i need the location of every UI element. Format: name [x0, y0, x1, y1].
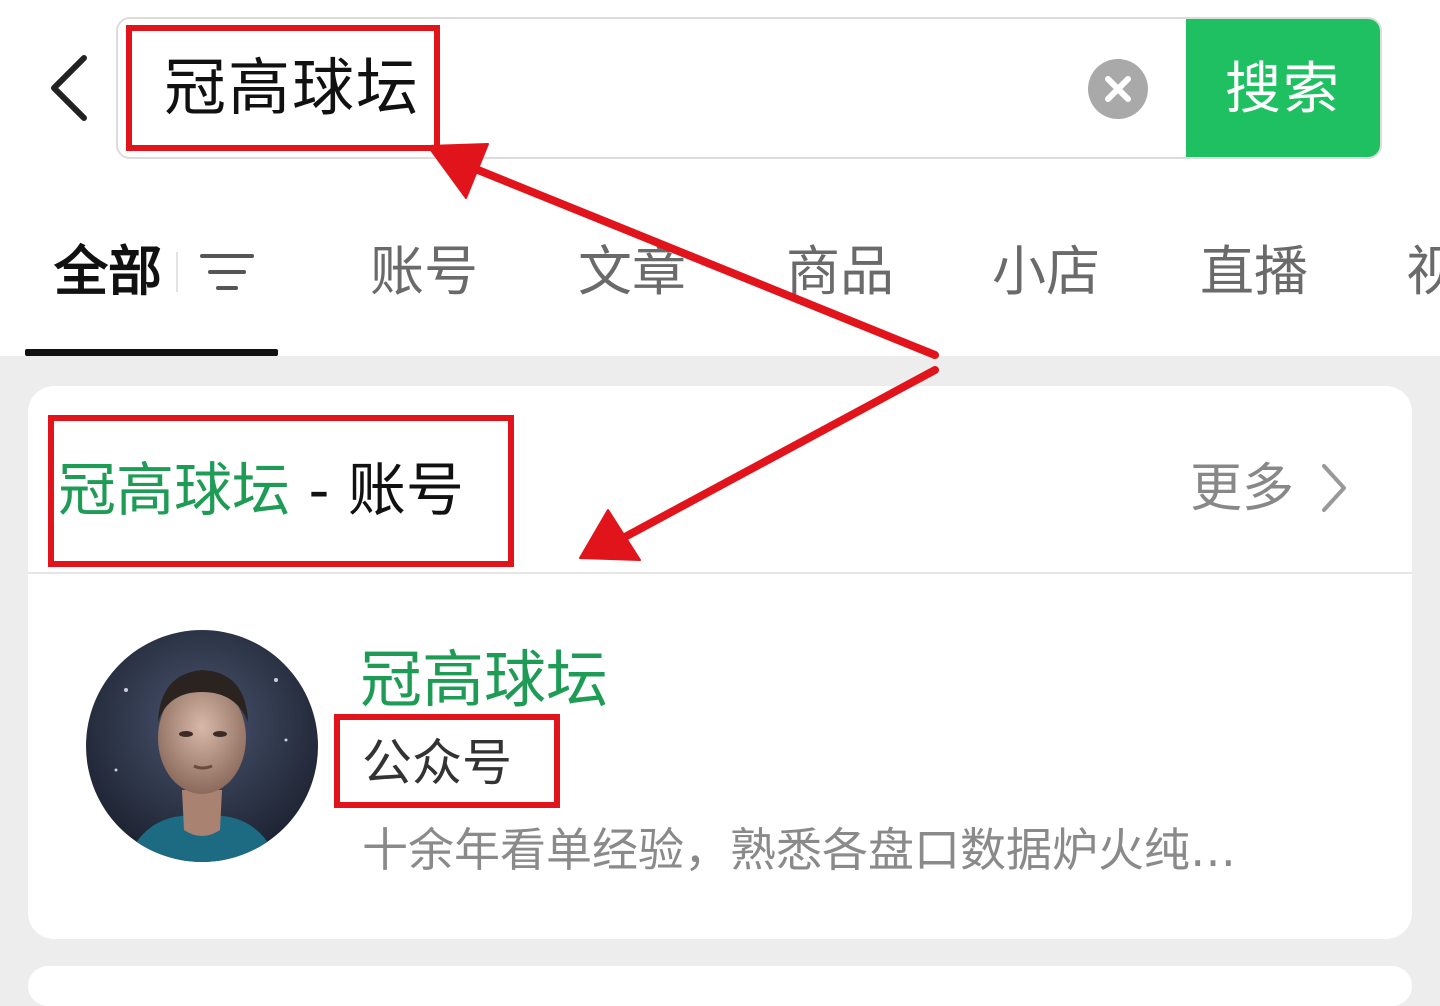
clear-search-button[interactable]	[1088, 59, 1148, 119]
back-button[interactable]	[40, 52, 100, 124]
account-description: 十余年看单经验，熟悉各盘口数据炉火纯…	[362, 823, 1236, 877]
tab-video[interactable]: 视	[1406, 232, 1440, 312]
tab-shops[interactable]: 小店	[992, 232, 1100, 312]
tab-articles[interactable]: 文章	[578, 232, 686, 312]
chevron-left-icon	[51, 55, 87, 121]
annotation-box-search	[126, 25, 440, 151]
active-tab-indicator	[25, 349, 278, 356]
clear-x-icon	[1105, 76, 1131, 102]
avatar[interactable]	[86, 630, 318, 862]
annotation-box-account-type	[334, 714, 560, 808]
account-name[interactable]: 冠高球坛	[360, 640, 608, 720]
next-result-card	[28, 966, 1412, 1006]
tab-divider	[176, 252, 178, 292]
chevron-right-icon[interactable]	[1318, 462, 1350, 514]
tab-all[interactable]: 全部	[54, 232, 162, 312]
section-divider	[28, 572, 1412, 574]
annotation-box-section-title	[48, 415, 514, 567]
tab-live[interactable]: 直播	[1200, 232, 1308, 312]
search-button[interactable]: 搜索	[1186, 19, 1380, 157]
filter-icon[interactable]	[200, 252, 254, 292]
tab-products[interactable]: 商品	[786, 232, 894, 312]
tab-accounts[interactable]: 账号	[370, 232, 478, 312]
more-link[interactable]: 更多	[1190, 454, 1294, 524]
